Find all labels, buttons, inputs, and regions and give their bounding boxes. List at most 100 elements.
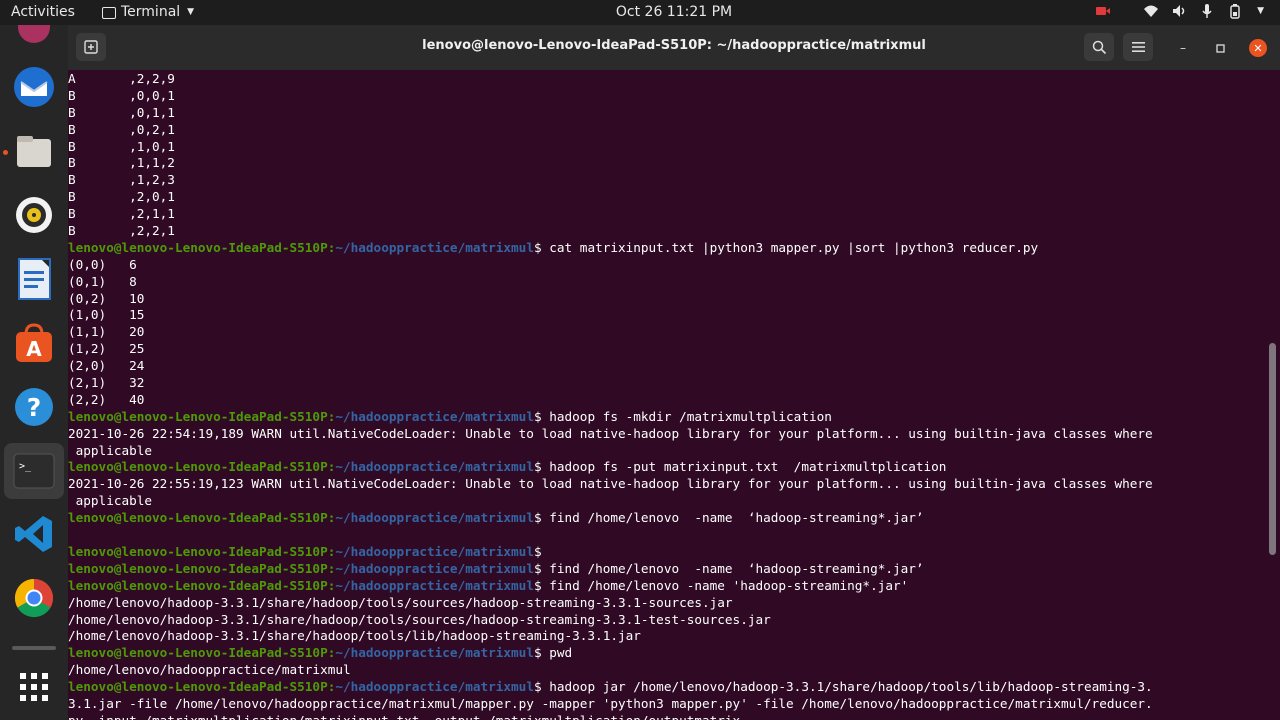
dock-separator (12, 643, 56, 653)
thunderbird-icon (14, 67, 54, 107)
document-writer-icon (18, 258, 51, 300)
dock-writer[interactable] (12, 257, 56, 301)
app-grid-icon (20, 673, 48, 701)
activities-button[interactable]: Activities (11, 4, 75, 20)
output-line: B ,2,1,1 (68, 206, 175, 222)
dock-help[interactable]: ? (12, 385, 56, 429)
prompt-line: lenovo@lenovo-Lenovo-IdeaPad-S510P:~/had… (68, 561, 1153, 578)
output-line: B ,0,1,1 (68, 104, 175, 120)
output-line: (2,0) 24 (68, 358, 145, 374)
prompt-line: lenovo@lenovo-Lenovo-IdeaPad-S510P:~/had… (68, 645, 1153, 662)
prompt-symbol: $ (533, 560, 542, 576)
dock: A ? >_ (0, 25, 68, 720)
menu-button[interactable] (1123, 33, 1153, 61)
chrome-icon (14, 578, 54, 618)
command-text: hadoop jar /home/lenovo/hadoop-3.3.1/sha… (541, 679, 1153, 695)
prompt-symbol: $ (533, 239, 542, 255)
rhythmbox-icon (16, 197, 52, 233)
output-line: applicable (68, 493, 153, 509)
prompt-path: ~/hadooppractice/matrixmul (335, 459, 534, 475)
command-text: find /home/lenovo -name ‘hadoop-streamin… (541, 510, 924, 526)
system-tray[interactable]: ▼ (1095, 3, 1264, 19)
prompt-user: lenovo@lenovo-Lenovo-IdeaPad-S510P: (68, 679, 336, 695)
output-line: B ,1,1,2 (68, 155, 175, 171)
dock-terminal[interactable]: >_ (4, 443, 64, 499)
terminal-lines: A ,2,2,9 B ,0,0,1 B ,0,1,1 B ,0,2,1 B ,1,0,1… (68, 71, 1153, 720)
dock-thunderbird[interactable] (12, 65, 56, 109)
caret-down-icon: ▼ (187, 7, 195, 17)
output-line: /home/lenovo/hadoop-3.3.1/share/hadoop/t… (68, 594, 733, 610)
close-button[interactable]: ✕ (1249, 39, 1267, 57)
prompt-line: lenovo@lenovo-Lenovo-IdeaPad-S510P:~/had… (68, 510, 1153, 527)
scrollbar[interactable] (1269, 343, 1276, 555)
prompt-symbol: $ (533, 679, 542, 695)
prompt-line: lenovo@lenovo-Lenovo-IdeaPad-S510P:~/had… (68, 459, 1153, 476)
output-line: /home/lenovo/hadooppractice/matrixmul (68, 662, 351, 678)
prompt-line: lenovo@lenovo-Lenovo-IdeaPad-S510P:~/had… (68, 679, 1153, 696)
prompt-user: lenovo@lenovo-Lenovo-IdeaPad-S510P: (68, 543, 336, 559)
prompt-symbol: $ (533, 459, 542, 475)
close-icon: ✕ (1253, 41, 1263, 55)
prompt-path: ~/hadooppractice/matrixmul (335, 645, 534, 661)
prompt-symbol: $ (533, 408, 542, 424)
output-line: B ,1,2,3 (68, 172, 175, 188)
prompt-path: ~/hadooppractice/matrixmul (335, 577, 534, 593)
output-line: (0,0) 6 (68, 256, 137, 272)
wifi-icon (1144, 5, 1159, 17)
output-line: applicable (68, 442, 153, 458)
battery-icon (1230, 4, 1240, 19)
minimize-button[interactable]: – (1174, 39, 1192, 57)
prompt-path: ~/hadooppractice/matrixmul (335, 679, 534, 695)
search-button[interactable] (1084, 33, 1114, 61)
dock-rhythmbox[interactable] (12, 193, 56, 237)
partial-app-icon[interactable] (18, 25, 50, 43)
terminal-window: lenovo@lenovo-Lenovo-IdeaPad-S510P: ~/ha… (68, 25, 1280, 720)
dock-software[interactable]: A (12, 321, 56, 365)
title-bar[interactable]: lenovo@lenovo-Lenovo-IdeaPad-S510P: ~/ha… (68, 25, 1280, 70)
output-line: B ,0,0,1 (68, 87, 175, 103)
prompt-user: lenovo@lenovo-Lenovo-IdeaPad-S510P: (68, 239, 336, 255)
dock-chrome[interactable] (12, 576, 56, 620)
software-center-icon: A (16, 323, 52, 362)
dock-files[interactable] (12, 129, 56, 173)
vscode-icon (15, 516, 52, 552)
maximize-icon (1215, 43, 1225, 53)
prompt-path: ~/hadooppractice/matrixmul (335, 510, 534, 526)
terminal-app-icon (102, 6, 116, 19)
prompt-path: ~/hadooppractice/matrixmul (335, 560, 534, 576)
terminal-output[interactable]: A ,2,2,9 B ,0,0,1 B ,0,1,1 B ,0,2,1 B ,1,0,1… (68, 70, 1268, 720)
command-text: find /home/lenovo -name ‘hadoop-streamin… (541, 560, 924, 576)
output-line: (0,2) 10 (68, 290, 145, 306)
output-line: B ,0,2,1 (68, 121, 175, 137)
output-line: (1,1) 20 (68, 324, 145, 340)
output-line: A ,2,2,9 (68, 71, 175, 86)
prompt-symbol: $ (533, 645, 542, 661)
output-line: B ,1,0,1 (68, 138, 175, 154)
search-icon (1092, 40, 1106, 54)
prompt-user: lenovo@lenovo-Lenovo-IdeaPad-S510P: (68, 577, 336, 593)
running-indicator (3, 150, 8, 155)
output-line: 2021-10-26 22:54:19,189 WARN util.Native… (68, 425, 1153, 441)
app-menu-label: Terminal (121, 4, 181, 20)
command-text: cat matrixinput.txt |python3 mapper.py |… (541, 239, 1039, 255)
dock-vscode[interactable] (12, 512, 56, 556)
output-line: (0,1) 8 (68, 273, 137, 289)
output-line: B ,2,0,1 (68, 189, 175, 205)
maximize-button[interactable] (1211, 39, 1229, 57)
prompt-line: lenovo@lenovo-Lenovo-IdeaPad-S510P:~/had… (68, 544, 1153, 561)
prompt-path: ~/hadooppractice/matrixmul (335, 543, 534, 559)
output-line: py -input /matrixmultplication/matrixinp… (68, 713, 1153, 720)
app-menu[interactable]: Terminal ▼ (102, 4, 194, 20)
volume-icon (1173, 5, 1185, 17)
prompt-symbol: $ (533, 510, 542, 526)
top-bar: Activities Terminal ▼ Oct 26 11:21 PM ▼ (0, 0, 1280, 25)
show-applications-button[interactable] (12, 665, 56, 709)
tray-caret-down-icon: ▼ (1257, 6, 1264, 16)
output-line: (2,2) 40 (68, 391, 145, 407)
svg-text:?: ? (27, 393, 42, 422)
prompt-user: lenovo@lenovo-Lenovo-IdeaPad-S510P: (68, 645, 336, 661)
prompt-line: lenovo@lenovo-Lenovo-IdeaPad-S510P:~/had… (68, 240, 1153, 257)
svg-text:>_: >_ (19, 461, 32, 472)
prompt-path: ~/hadooppractice/matrixmul (335, 408, 534, 424)
